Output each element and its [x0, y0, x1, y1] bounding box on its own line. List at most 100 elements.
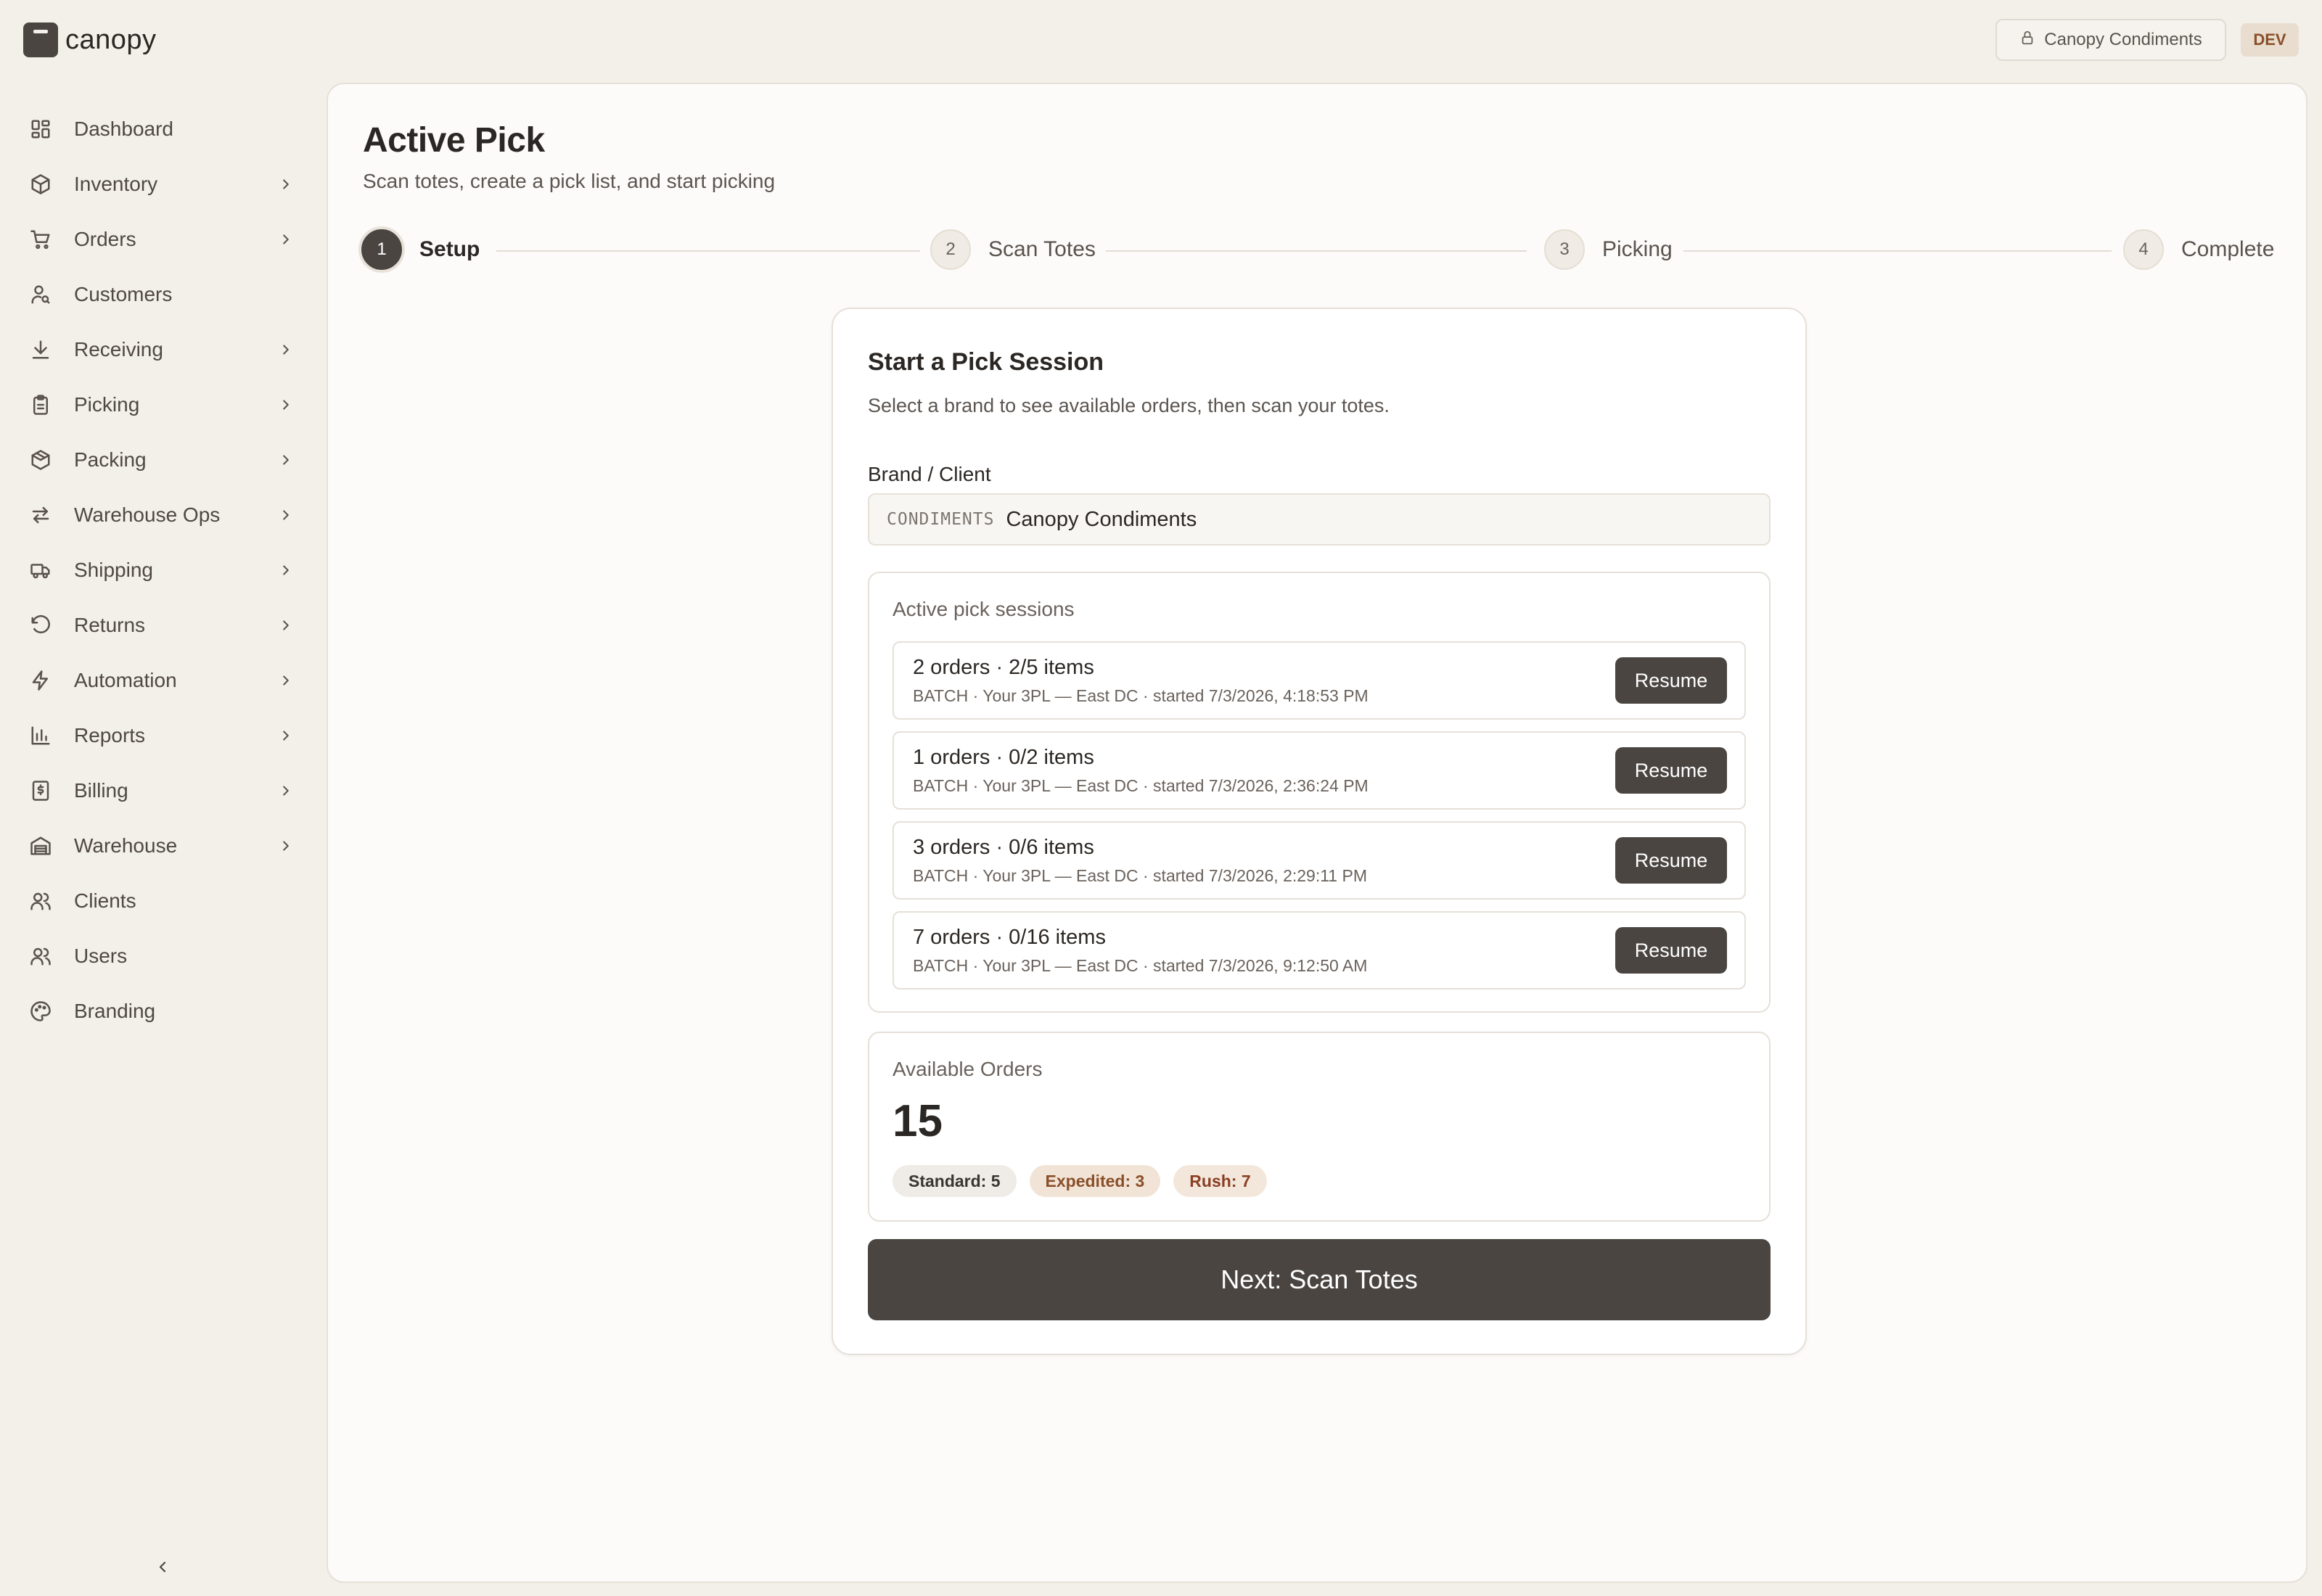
step-number: 2 — [930, 229, 971, 270]
sidebar-item-returns[interactable]: Returns — [20, 598, 303, 653]
step-label: Complete — [2181, 237, 2275, 261]
session-summary: 7 orders · 0/16 items — [913, 926, 1106, 949]
session-summary: 3 orders · 0/6 items — [913, 836, 1094, 859]
step-label: Picking — [1602, 237, 1673, 261]
chevron-right-icon — [276, 781, 296, 801]
active-sessions-panel: Active pick sessions 2 orders · 2/5 item… — [868, 572, 1771, 1013]
chevron-right-icon — [276, 450, 296, 470]
lock-icon — [2019, 30, 2035, 51]
sidebar-item-users[interactable]: Users — [20, 929, 303, 984]
order-priority-chips: Standard: 5 Expedited: 3 Rush: 7 — [893, 1165, 1267, 1197]
next-scan-totes-button[interactable]: Next: Scan Totes — [868, 1239, 1771, 1320]
dashboard-icon — [28, 116, 54, 142]
sidebar-item-shipping[interactable]: Shipping — [20, 543, 303, 598]
sidebar-item-label: Customers — [74, 283, 173, 305]
sidebar-item-label: Automation — [74, 669, 177, 691]
sidebar-item-label: Inventory — [74, 173, 158, 195]
chevron-right-icon — [276, 670, 296, 691]
sidebar-item-label: Users — [74, 945, 128, 967]
page-title: Active Pick — [363, 121, 545, 160]
step-number: 3 — [1544, 229, 1585, 270]
chevron-right-icon — [276, 229, 296, 250]
session-row: 7 orders · 0/16 items BATCH · Your 3PL —… — [893, 911, 1746, 990]
chevron-right-icon — [276, 836, 296, 856]
sidebar-item-billing[interactable]: Billing — [20, 763, 303, 818]
sidebar-item-label: Orders — [74, 228, 136, 250]
active-sessions-title: Active pick sessions — [893, 598, 1075, 620]
app-logo[interactable]: canopy — [23, 22, 157, 58]
page-subtitle: Scan totes, create a pick list, and star… — [363, 170, 776, 192]
step-number: 1 — [361, 229, 402, 270]
available-orders-panel: Available Orders 15 Standard: 5 Expedite… — [868, 1032, 1771, 1222]
chevron-right-icon — [276, 174, 296, 194]
brand-field-label: Brand / Client — [868, 463, 991, 485]
sidebar-item-picking[interactable]: Picking — [20, 377, 303, 432]
client-switcher-label: Canopy Condiments — [2044, 30, 2202, 49]
sidebar-item-label: Picking — [74, 393, 140, 416]
standard-count-badge: Standard: 5 — [893, 1165, 1017, 1197]
brand-name: Canopy Condiments — [1006, 507, 1197, 531]
chevron-right-icon — [276, 725, 296, 746]
sidebar-item-reports[interactable]: Reports — [20, 708, 303, 763]
sidebar-item-branding[interactable]: Branding — [20, 984, 303, 1039]
bar-chart-icon — [28, 723, 54, 749]
sidebar-item-label: Warehouse — [74, 834, 178, 857]
resume-button[interactable]: Resume — [1615, 657, 1727, 704]
swap-arrows-icon — [28, 502, 54, 528]
sidebar-item-label: Warehouse Ops — [74, 503, 221, 526]
chevron-right-icon — [276, 395, 296, 415]
step-label: Setup — [419, 237, 480, 261]
sidebar-item-label: Dashboard — [74, 118, 173, 140]
sidebar-item-label: Packing — [74, 448, 147, 471]
expedited-count-badge: Expedited: 3 — [1029, 1165, 1161, 1197]
step-connector — [1683, 250, 2112, 252]
resume-button[interactable]: Resume — [1615, 837, 1727, 884]
collapse-sidebar-button[interactable] — [149, 1555, 176, 1581]
session-meta: BATCH · Your 3PL — East DC · started 7/3… — [913, 956, 1368, 975]
sidebar-item-warehouse[interactable]: Warehouse — [20, 818, 303, 873]
session-summary: 2 orders · 2/5 items — [913, 656, 1094, 679]
client-switcher-button[interactable]: Canopy Condiments — [1995, 19, 2226, 61]
rotate-ccw-icon — [28, 612, 54, 638]
chevron-right-icon — [276, 560, 296, 580]
clipboard-icon — [28, 392, 54, 418]
sidebar-item-automation[interactable]: Automation — [20, 653, 303, 708]
sidebar-item-receiving[interactable]: Receiving — [20, 322, 303, 377]
step-scan-totes: 2 Scan Totes — [930, 229, 1096, 270]
sidebar-item-warehouse-ops[interactable]: Warehouse Ops — [20, 488, 303, 543]
warehouse-icon — [28, 833, 54, 859]
step-label: Scan Totes — [988, 237, 1096, 261]
step-picking: 3 Picking — [1544, 229, 1673, 270]
sidebar-item-customers[interactable]: Customers — [20, 267, 303, 322]
lightning-icon — [28, 667, 54, 694]
session-row: 3 orders · 0/6 items BATCH · Your 3PL — … — [893, 821, 1746, 900]
available-orders-title: Available Orders — [893, 1058, 1043, 1080]
cart-icon — [28, 226, 54, 252]
main-panel: Active Pick Scan totes, create a pick li… — [327, 83, 2307, 1583]
rush-count-badge: Rush: 7 — [1173, 1165, 1267, 1197]
sidebar-item-dashboard[interactable]: Dashboard — [20, 102, 303, 157]
session-meta: BATCH · Your 3PL — East DC · started 7/3… — [913, 686, 1369, 705]
card-subtitle: Select a brand to see available orders, … — [868, 395, 1390, 416]
session-row: 2 orders · 2/5 items BATCH · Your 3PL — … — [893, 641, 1746, 720]
session-summary: 1 orders · 0/2 items — [913, 746, 1094, 769]
app-name: canopy — [65, 24, 157, 55]
sidebar-item-label: Shipping — [74, 559, 153, 581]
sidebar-item-orders[interactable]: Orders — [20, 212, 303, 267]
sidebar-nav: Dashboard Inventory Orders Customers Receivi… — [20, 102, 303, 1039]
progress-stepper: 1 Setup 2 Scan Totes 3 Picking 4 Complet… — [361, 229, 2277, 273]
palette-icon — [28, 998, 54, 1024]
sidebar-item-packing[interactable]: Packing — [20, 432, 303, 488]
step-number: 4 — [2123, 229, 2164, 270]
sidebar-item-clients[interactable]: Clients — [20, 873, 303, 929]
pick-session-card: Start a Pick Session Select a brand to s… — [832, 308, 1807, 1355]
download-icon — [28, 337, 54, 363]
resume-button[interactable]: Resume — [1615, 747, 1727, 794]
step-connector — [496, 250, 920, 252]
chevron-right-icon — [276, 340, 296, 360]
step-connector — [1106, 250, 1527, 252]
brand-select[interactable]: CONDIMENTS Canopy Condiments — [868, 493, 1771, 546]
sidebar-item-inventory[interactable]: Inventory — [20, 157, 303, 212]
sidebar-item-label: Billing — [74, 779, 128, 802]
resume-button[interactable]: Resume — [1615, 927, 1727, 974]
